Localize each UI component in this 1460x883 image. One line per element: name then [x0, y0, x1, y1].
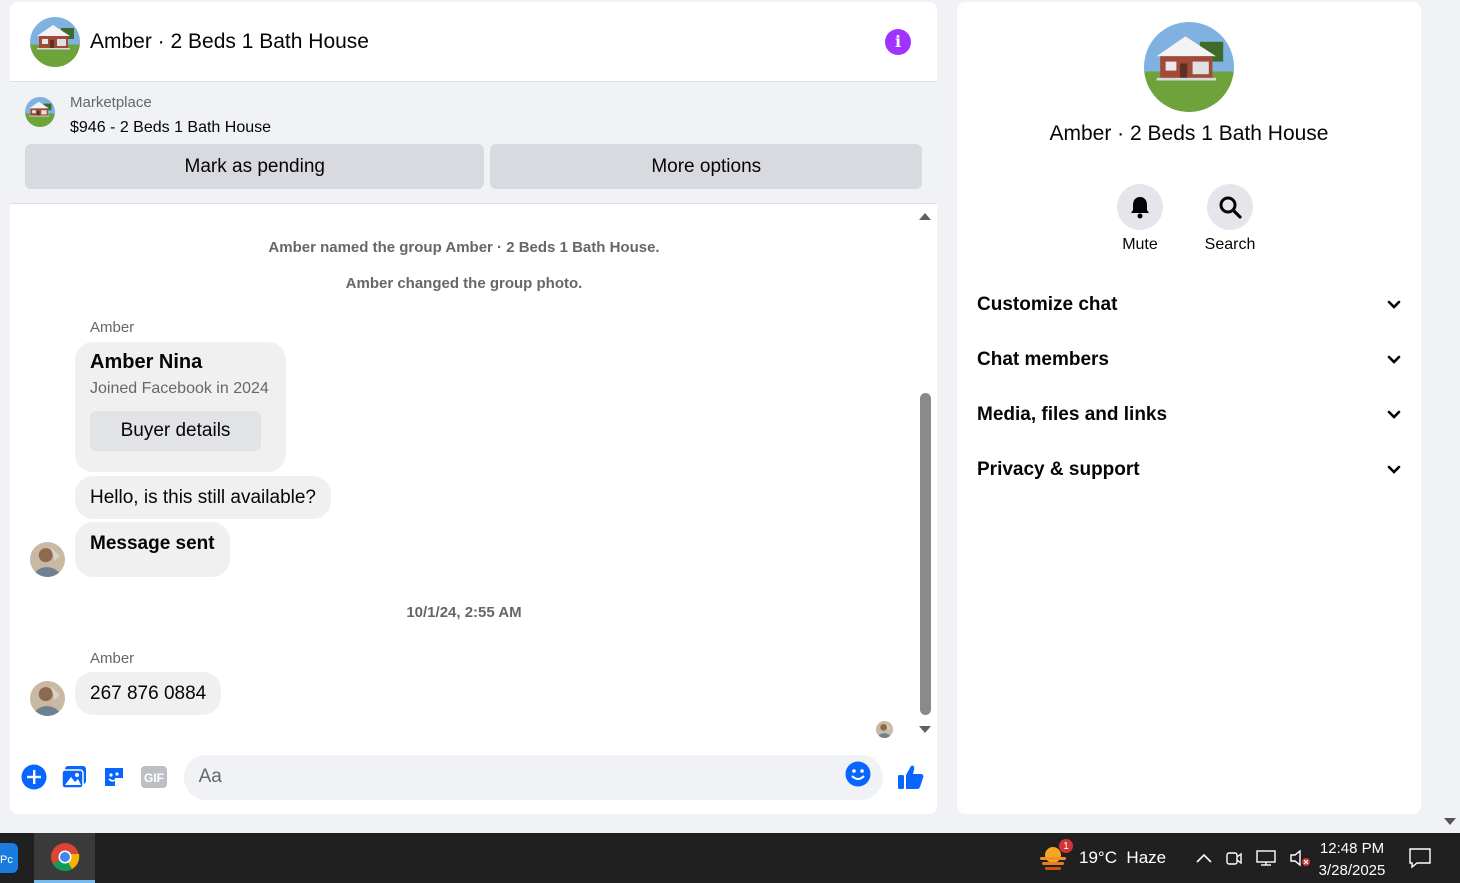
svg-text:Pc: Pc	[0, 854, 13, 866]
listing-title[interactable]: $946 - 2 Beds 1 Bath House	[70, 118, 271, 138]
app-icon: Pc	[0, 843, 18, 873]
photo-icon[interactable]	[60, 763, 88, 791]
menu-chat-members[interactable]: Chat members	[977, 332, 1401, 387]
chevron-down-icon	[1387, 300, 1401, 309]
bell-icon	[1131, 197, 1149, 219]
gif-icon[interactable]: GIF	[140, 763, 168, 791]
menu-label: Media, files and links	[977, 403, 1168, 425]
chevron-up-icon[interactable]	[1195, 852, 1213, 864]
menu-customize-chat[interactable]: Customize chat	[977, 277, 1401, 332]
taskbar-chrome[interactable]	[34, 833, 95, 883]
notification-icon[interactable]	[1408, 847, 1432, 869]
more-options-button[interactable]: More options	[490, 144, 922, 189]
clock-date: 3/28/2025	[1318, 862, 1386, 879]
page-scroll-down-arrow[interactable]	[1444, 818, 1456, 825]
clock[interactable]: 12:48 PM 3/28/2025	[1310, 838, 1394, 882]
menu-media-files-links[interactable]: Media, files and links	[977, 387, 1401, 442]
weather-badge: 1	[1059, 839, 1073, 853]
buyer-card: Amber Nina Joined Facebook in 2024 Buyer…	[75, 342, 286, 472]
scroll-down-arrow[interactable]	[919, 726, 931, 733]
chat-header: Amber · 2 Beds 1 Bath House i	[10, 2, 937, 82]
scroll-up-arrow[interactable]	[919, 213, 931, 220]
sender-name: Amber	[90, 650, 135, 667]
search-button[interactable]: Search	[1204, 184, 1256, 254]
scrollbar-thumb[interactable]	[920, 393, 931, 715]
chevron-down-icon	[1387, 410, 1401, 419]
sender-avatar[interactable]	[30, 542, 65, 577]
menu-privacy-support[interactable]: Privacy & support	[977, 442, 1401, 497]
plus-icon[interactable]	[20, 763, 48, 791]
marketplace-banner: Marketplace $946 - 2 Beds 1 Bath House M…	[10, 82, 937, 204]
read-receipt-avatar	[876, 721, 893, 738]
network-icon[interactable]	[1255, 849, 1277, 867]
info-icon[interactable]: i	[885, 28, 911, 55]
weather-widget[interactable]: 1 19°C Haze	[1037, 833, 1166, 883]
chat-info-panel: Amber · 2 Beds 1 Bath House Mute Search …	[957, 2, 1421, 814]
group-photo[interactable]	[1144, 22, 1234, 112]
emoji-icon[interactable]	[845, 761, 871, 793]
mute-button[interactable]: Mute	[1117, 184, 1163, 254]
sender-avatar[interactable]	[30, 681, 65, 716]
search-icon	[1219, 196, 1242, 219]
svg-text:GIF: GIF	[144, 771, 164, 785]
weather-text: 19°C Haze	[1079, 848, 1167, 867]
weather-haze-icon: 1	[1037, 839, 1073, 873]
message-bubble[interactable]: Hello, is this still available?	[75, 476, 331, 519]
menu-label: Customize chat	[977, 293, 1118, 315]
system-message: Amber named the group Amber · 2 Beds 1 B…	[268, 239, 660, 256]
buyer-joined: Joined Facebook in 2024	[90, 380, 269, 397]
chevron-down-icon	[1387, 355, 1401, 364]
clock-time: 12:48 PM	[1319, 840, 1385, 857]
menu-label: Chat members	[977, 348, 1109, 370]
mute-label: Mute	[1122, 236, 1158, 253]
mark-as-pending-button[interactable]: Mark as pending	[25, 144, 485, 189]
meet-icon[interactable]	[1225, 849, 1243, 867]
info-title: Amber · 2 Beds 1 Bath House	[1049, 122, 1329, 145]
chat-panel: Amber · 2 Beds 1 Bath House i Marketplac…	[10, 2, 937, 814]
system-tray	[1195, 833, 1311, 883]
message-input[interactable]: Aa	[183, 754, 883, 800]
thumbs-up-icon[interactable]	[897, 763, 925, 791]
sticker-icon[interactable]	[100, 763, 128, 791]
message-bubble[interactable]: Message sent	[75, 522, 230, 577]
menu-label: Privacy & support	[977, 458, 1140, 480]
listing-thumbnail[interactable]	[25, 97, 55, 127]
composer: GIF Aa	[10, 752, 937, 802]
chat-title[interactable]: Amber · 2 Beds 1 Bath House	[90, 30, 369, 54]
taskbar: Pc 1 19°C Haze 12:48 PM 3/28/2025	[0, 833, 1460, 883]
info-menu: Customize chat Chat members Media, files…	[977, 277, 1401, 497]
group-avatar[interactable]	[30, 17, 80, 67]
search-label: Search	[1204, 236, 1256, 253]
chrome-icon	[50, 842, 79, 871]
sender-name: Amber	[90, 319, 135, 336]
chevron-down-icon	[1387, 465, 1401, 474]
message-input-placeholder: Aa	[198, 766, 222, 787]
message-bubble[interactable]: 267 876 0884	[75, 672, 222, 715]
buyer-details-button[interactable]: Buyer details	[90, 411, 261, 451]
volume-muted-icon[interactable]	[1289, 849, 1311, 867]
timestamp: 10/1/24, 2:55 AM	[406, 604, 522, 621]
marketplace-label: Marketplace	[70, 94, 152, 111]
message-list: Amber named the group Amber · 2 Beds 1 B…	[10, 205, 937, 745]
system-message: Amber changed the group photo.	[345, 275, 583, 292]
taskbar-app-icon[interactable]: Pc	[0, 833, 20, 883]
buyer-name: Amber Nina	[90, 351, 203, 373]
